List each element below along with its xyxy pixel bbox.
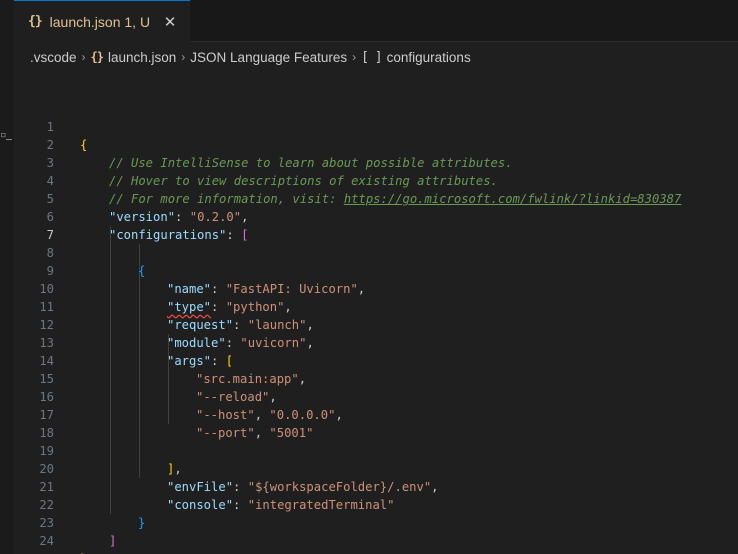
code-line-12[interactable]: 12 "module": "uvicorn", [14,298,738,350]
code-text: } [80,550,87,554]
breadcrumb-item-configurations[interactable]: [ ] configurations [361,50,471,65]
code-line-14[interactable]: 14 "src.main:app", [14,334,738,386]
sidebar-fragment-icon: ▫ [0,128,14,142]
code-line-5[interactable]: 5 "version": "0.2.0", [14,172,738,224]
code-line-17[interactable]: 17 "--port", "5001" [14,388,738,440]
array-brackets-icon: [ ] [361,49,383,65]
code-text: ] [109,534,117,548]
code-line-8[interactable]: 8 { [14,226,738,278]
code-editor[interactable]: 1 { 2 // Use IntelliSense to learn about… [14,100,738,554]
line-number: 24 [39,534,54,548]
chevron-right-icon: › [352,50,357,64]
tab-label: launch.json 1, U [49,13,151,30]
code-line-9[interactable]: 9 "name": "FastAPI: Uvicorn", [14,244,738,296]
tab-badge: 1, U [124,13,151,30]
json-braces-icon: {} [90,50,104,64]
code-line-20[interactable]: 20 "envFile": "${workspaceFolder}/.env", [14,442,738,494]
code-line-4[interactable]: 4 // For more information, visit: https:… [14,154,738,206]
breadcrumb-item-vscode-folder[interactable]: .vscode [30,50,77,65]
close-icon[interactable]: ✕ [162,13,178,31]
code-line-15[interactable]: 15 "--reload", [14,352,738,404]
code-line-11[interactable]: 11 "request": "launch", [14,280,738,332]
code-line-1[interactable]: 1 { [14,100,738,152]
code-line-24[interactable]: 24 } [14,514,738,554]
code-line-7[interactable]: 7 [14,208,738,242]
editor-tab-bar: {} launch.json 1, U ✕ [14,0,738,42]
code-line-2[interactable]: 2 // Use IntelliSense to learn about pos… [14,118,738,170]
code-line-23[interactable]: 23 ] [14,496,738,548]
code-line-6[interactable]: 6 "configurations": [ [14,190,738,242]
code-line-3[interactable]: 3 // Hover to view descriptions of exist… [14,136,738,188]
code-line-21[interactable]: 21 "console": "integratedTerminal" [14,460,738,512]
breadcrumb: .vscode › {} launch.json › JSON Language… [30,46,471,68]
breadcrumb-item-launch-json[interactable]: {} launch.json [91,50,177,65]
code-line-13[interactable]: 13 "args": [ [14,316,738,368]
code-line-10[interactable]: 10 "type": "python", [14,262,738,314]
code-line-19[interactable]: 19 ], [14,424,738,476]
tab-bar-empty-space [190,0,738,42]
chevron-right-icon: › [181,50,186,64]
activity-edge: ▫ [0,0,14,554]
tab-launch-json[interactable]: {} launch.json 1, U ✕ [14,0,191,42]
chevron-right-icon: › [81,50,86,64]
vscode-window: ▫ {} launch.json 1, U ✕ .vscode › {} lau… [0,0,738,554]
code-line-16[interactable]: 16 "--host", "0.0.0.0", [14,370,738,422]
breadcrumb-item-json-language-features[interactable]: JSON Language Features [190,50,347,65]
code-line-22[interactable]: 22 } [14,478,738,530]
json-braces-icon: {} [28,14,43,29]
code-line-18[interactable]: 18 [14,406,738,440]
